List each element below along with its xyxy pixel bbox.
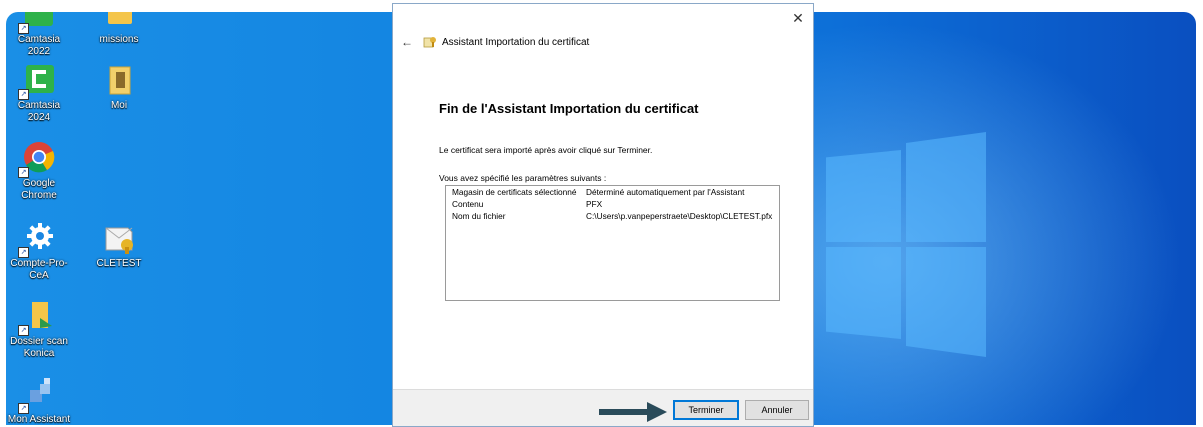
- param-value: Déterminé automatiquement par l'Assistan…: [586, 187, 745, 197]
- parameters-label: Vous avez spécifié les paramètres suivan…: [439, 173, 607, 183]
- assistant-icon: ↗: [18, 376, 58, 414]
- list-item: Nom du fichier C:\Users\p.vanpeperstraet…: [446, 210, 779, 222]
- list-item: Contenu PFX: [446, 198, 779, 210]
- parameters-list[interactable]: Magasin de certificats sélectionné Déter…: [445, 185, 780, 301]
- close-button[interactable]: ✕: [789, 10, 807, 26]
- desktop-icon-label: Camtasia 2022: [17, 34, 61, 57]
- desktop-icon-google-chrome[interactable]: ↗ Google Chrome: [6, 140, 72, 202]
- desktop-icon-dossier-scan-konica[interactable]: ↗ Dossier scan Konica: [6, 298, 72, 360]
- desktop-icon-label: Dossier scan Konica: [10, 336, 68, 359]
- param-value: C:\Users\p.vanpeperstraete\Desktop\CLETE…: [586, 211, 773, 221]
- desktop-icon-label: Moi: [110, 100, 128, 111]
- gear-icon: ↗: [18, 220, 58, 258]
- list-item: Magasin de certificats sélectionné Déter…: [446, 186, 779, 198]
- desktop-icon-label: CLETEST: [96, 258, 142, 269]
- desktop-icon-label: Compte-Pro-CeA: [10, 258, 68, 281]
- user-folder-icon: [100, 62, 138, 98]
- param-key: Nom du fichier: [452, 211, 506, 221]
- certificate-icon: [100, 220, 138, 256]
- desktop-icon-moi[interactable]: Moi: [86, 62, 152, 112]
- certificate-import-wizard-dialog: ✕ ← Assistant Importation du certificat …: [392, 3, 814, 427]
- back-arrow-icon[interactable]: ←: [401, 35, 413, 49]
- desktop-icon-compte-pro-cea[interactable]: ↗ Compte-Pro-CeA: [6, 220, 72, 282]
- desktop-icon-label: Camtasia 2024: [17, 100, 61, 123]
- desktop-icon-label: missions: [99, 34, 139, 45]
- desktop-icon-label: Google Chrome: [21, 178, 57, 201]
- camtasia-icon: ↗: [18, 62, 58, 100]
- desktop-icon-label: Mon Assistant: [7, 414, 71, 425]
- param-value: PFX: [586, 199, 603, 209]
- folder-icon: [100, 12, 138, 32]
- windows-logo: [826, 122, 986, 392]
- wizard-title: Assistant Importation du certificat: [442, 36, 590, 48]
- desktop-icon-mon-assistant[interactable]: ↗ Mon Assistant: [6, 376, 72, 425]
- desktop-icon-missions[interactable]: missions: [86, 12, 152, 46]
- desktop-icon-camtasia-2022[interactable]: ↗ Camtasia 2022: [6, 12, 72, 58]
- folder-icon: ↗: [18, 298, 58, 336]
- desktop-icon-cletest[interactable]: CLETEST: [86, 220, 152, 270]
- certificate-wizard-icon: [423, 37, 436, 48]
- param-key: Magasin de certificats sélectionné: [452, 187, 577, 197]
- camtasia-icon: ↗: [18, 12, 58, 34]
- wizard-header: ← Assistant Importation du certificat: [401, 34, 589, 50]
- chrome-icon: ↗: [18, 140, 58, 178]
- page-heading: Fin de l'Assistant Importation du certif…: [439, 101, 699, 116]
- pointer-arrow-icon: [599, 402, 667, 422]
- desktop-icon-camtasia-2024[interactable]: ↗ Camtasia 2024: [6, 62, 72, 124]
- param-key: Contenu: [452, 199, 484, 209]
- cancel-button[interactable]: Annuler: [745, 400, 809, 420]
- description-text: Le certificat sera importé après avoir c…: [439, 145, 653, 155]
- finish-button[interactable]: Terminer: [673, 400, 739, 420]
